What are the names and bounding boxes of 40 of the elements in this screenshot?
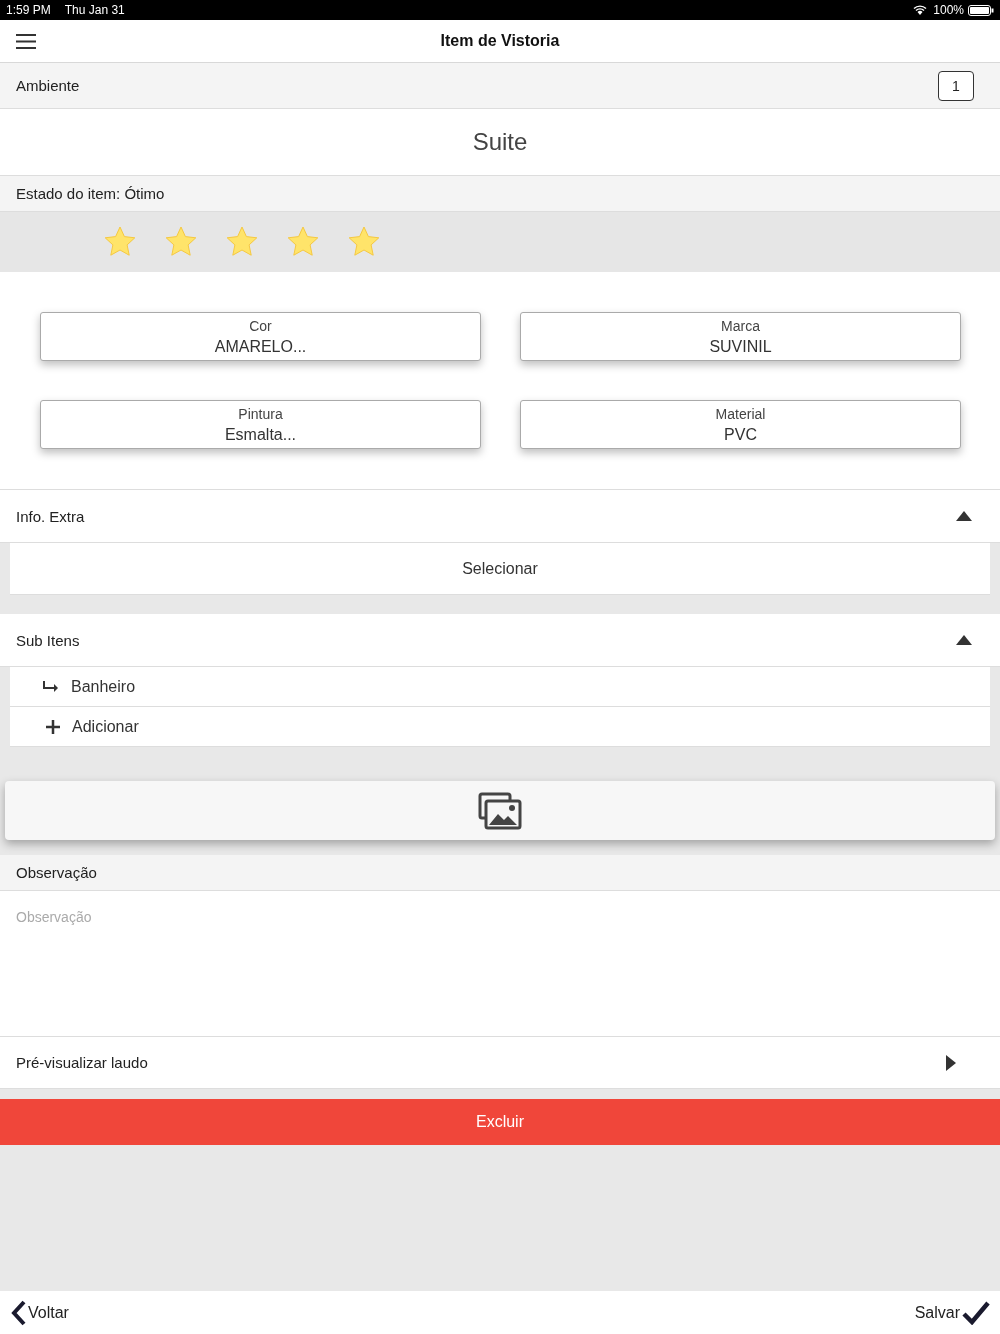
section-header[interactable]: Sub Itens [0,614,1000,667]
wifi-icon [913,5,928,15]
field-button[interactable]: Cor AMARELO... [40,312,481,361]
section-title: Info. Extra [16,507,85,525]
triangle-right-icon [946,1054,956,1071]
preview-row[interactable]: Pré-visualizar laudo [0,1037,1000,1089]
delete-button[interactable]: Excluir [0,1099,1000,1145]
ambiente-label: Ambiente [16,77,80,94]
observation-field[interactable]: Observação [0,891,1000,1037]
section-title: Sub Itens [16,631,80,649]
images-icon [478,791,522,830]
field-button[interactable]: Marca SUVINIL [520,312,961,361]
add-row[interactable]: Adicionar [10,707,990,747]
chevron-left-icon [10,1299,26,1326]
check-icon [962,1300,990,1325]
field-button[interactable]: Pintura Esmalta... [40,400,481,449]
status-date: Thu Jan 31 [64,3,125,17]
menu-icon[interactable] [16,33,36,49]
back-button[interactable]: Voltar [10,1299,69,1326]
triangle-up-icon [956,635,972,645]
page-title: Item de Vistoria [440,32,560,50]
select-button[interactable]: Selecionar [10,543,990,595]
condition-label: Estado do item: Ótimo [16,185,165,202]
room-name: Suite [0,109,1000,176]
battery-percent: 100% [933,3,964,17]
sub-item-row[interactable]: Banheiro [10,667,990,707]
count-badge: 1 [938,70,974,101]
field-button[interactable]: Material PVC [520,400,961,449]
save-button[interactable]: Salvar [914,1300,990,1325]
plus-icon [46,719,60,734]
row-label: Adicionar [72,717,139,736]
arrow-icon [42,680,59,693]
observation-label: Observação [16,864,97,881]
battery-icon [968,4,994,16]
row-label: Banheiro [71,677,136,696]
preview-label: Pré-visualizar laudo [16,1054,148,1071]
triangle-up-icon [956,511,972,521]
photos-button[interactable] [5,781,995,840]
status-time: 1:59 PM [6,3,51,17]
section-header[interactable]: Info. Extra [0,490,1000,543]
